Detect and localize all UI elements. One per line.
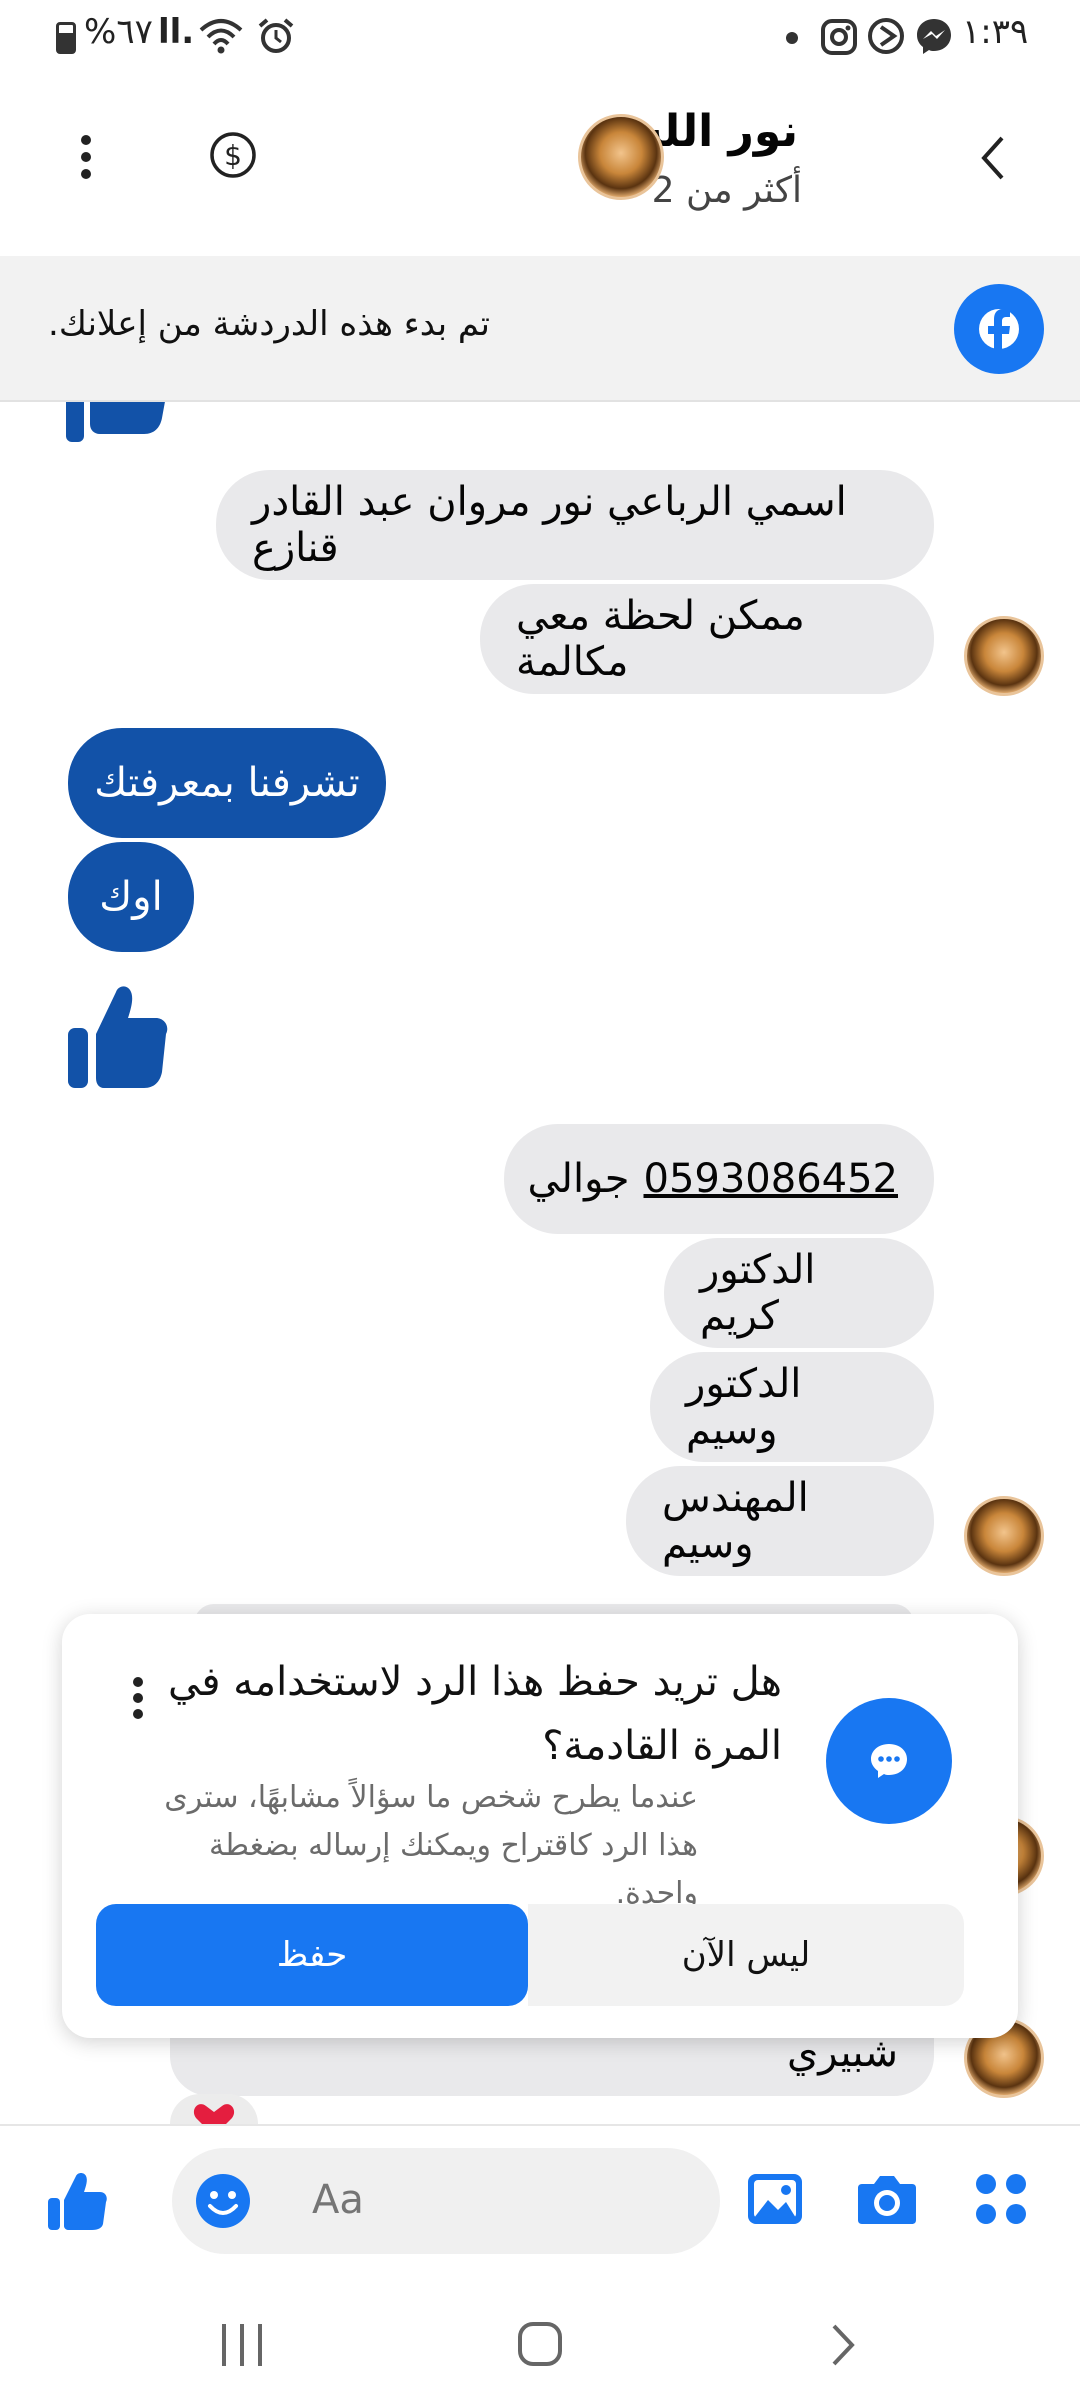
facebook-logo bbox=[954, 284, 1044, 374]
back-nav-icon[interactable] bbox=[828, 2322, 858, 2368]
message-text: المهندس وسيم bbox=[662, 1475, 809, 1567]
message-bubble-incoming[interactable]: ممكن لحظة معي مكالمة bbox=[480, 584, 934, 694]
signal-icon: ll. bbox=[158, 12, 195, 52]
heart-reaction[interactable] bbox=[170, 2094, 258, 2124]
battery-icon bbox=[56, 22, 76, 54]
ad-origin-banner: .تم بدء هذه الدردشة من إعلانك bbox=[0, 256, 1080, 402]
play-icon bbox=[868, 18, 904, 54]
message-input[interactable] bbox=[312, 2170, 692, 2230]
clock: ١:٣٩ bbox=[962, 12, 1029, 52]
popup-question: هل تريد حفظ هذا الرد لاستخدامه في المرة … bbox=[168, 1659, 782, 1769]
message-bubble-incoming[interactable]: المهندس وسيم bbox=[626, 1466, 934, 1576]
instagram-icon bbox=[821, 19, 857, 55]
home-icon[interactable] bbox=[516, 2320, 564, 2368]
recent-apps-icon[interactable] bbox=[218, 2322, 266, 2368]
save-button[interactable]: حفظ bbox=[96, 1904, 528, 2006]
message-input-box[interactable] bbox=[172, 2148, 720, 2254]
sender-avatar[interactable] bbox=[964, 616, 1044, 696]
message-bubble-outgoing[interactable]: تشرفنا بمعرفتك bbox=[68, 728, 386, 838]
message-text: اسمي الرباعي نور مروان عبد القادر قنازع bbox=[252, 479, 847, 571]
message-composer bbox=[0, 2124, 1080, 2284]
popup-description: عندما يطرح شخص ما سؤالاً مشابهًا، سترى ه… bbox=[164, 1780, 698, 1911]
wifi-icon bbox=[199, 19, 243, 54]
message-text: الدكتور كريم bbox=[700, 1247, 816, 1339]
message-text: تشرفنا بمعرفتك bbox=[94, 760, 360, 806]
save-reply-popup: هل تريد حفظ هذا الرد لاستخدامه في المرة … bbox=[62, 1614, 1018, 2038]
message-bubble-incoming[interactable]: جوالي 0593086452 bbox=[504, 1124, 934, 1234]
battery-level: %٦٧ bbox=[84, 12, 153, 52]
messenger-status-icon bbox=[917, 19, 951, 54]
message-bubble-incoming[interactable]: الدكتور كريم bbox=[664, 1238, 934, 1348]
message-bubble-incoming[interactable]: اسمي الرباعي نور مروان عبد القادر قنازع bbox=[216, 470, 934, 580]
popup-more-icon[interactable] bbox=[130, 1676, 146, 1720]
like-sticker-icon[interactable] bbox=[66, 982, 170, 1090]
status-bar: %٦٧ ll. ١:٣٩ bbox=[0, 0, 1080, 76]
more-options-icon[interactable] bbox=[72, 134, 100, 180]
chat-bubble-icon bbox=[871, 1744, 907, 1778]
message-text: ممكن لحظة معي مكالمة bbox=[516, 593, 805, 685]
message-bubble-incoming[interactable]: الدكتور وسيم bbox=[650, 1352, 934, 1462]
alarm-icon bbox=[258, 18, 294, 53]
like-send-icon[interactable] bbox=[46, 2170, 108, 2232]
more-apps-icon[interactable] bbox=[974, 2172, 1028, 2226]
group-avatar[interactable] bbox=[578, 114, 664, 200]
message-text: جوالي bbox=[527, 1156, 630, 1202]
camera-icon[interactable] bbox=[856, 2172, 918, 2226]
message-bubble-outgoing[interactable]: اوك bbox=[68, 842, 194, 952]
chat-bubble-badge bbox=[826, 1698, 952, 1824]
participants-count: أكثر من 2 bbox=[651, 170, 802, 211]
not-now-button[interactable]: ليس الآن bbox=[528, 1904, 964, 2006]
message-text: اوك bbox=[99, 874, 163, 920]
facebook-icon bbox=[979, 309, 1019, 354]
svg-text:$: $ bbox=[224, 139, 242, 172]
gallery-icon[interactable] bbox=[746, 2172, 804, 2226]
system-navigation-bar bbox=[0, 2284, 1080, 2408]
sender-avatar[interactable] bbox=[964, 1496, 1044, 1576]
payment-dollar-icon[interactable]: $ bbox=[208, 130, 258, 180]
back-arrow-icon[interactable] bbox=[978, 134, 1008, 182]
phone-number-link[interactable]: 0593086452 bbox=[644, 1156, 899, 1202]
heart-icon bbox=[193, 2104, 235, 2124]
like-thumb-icon bbox=[66, 402, 165, 442]
chat-header: $ نور الله أكثر من 2 bbox=[0, 76, 1080, 256]
message-text: الدكتور وسيم bbox=[686, 1361, 802, 1453]
notification-dot bbox=[786, 32, 798, 44]
emoji-icon[interactable] bbox=[194, 2172, 252, 2230]
banner-text: .تم بدء هذه الدردشة من إعلانك bbox=[48, 304, 490, 344]
